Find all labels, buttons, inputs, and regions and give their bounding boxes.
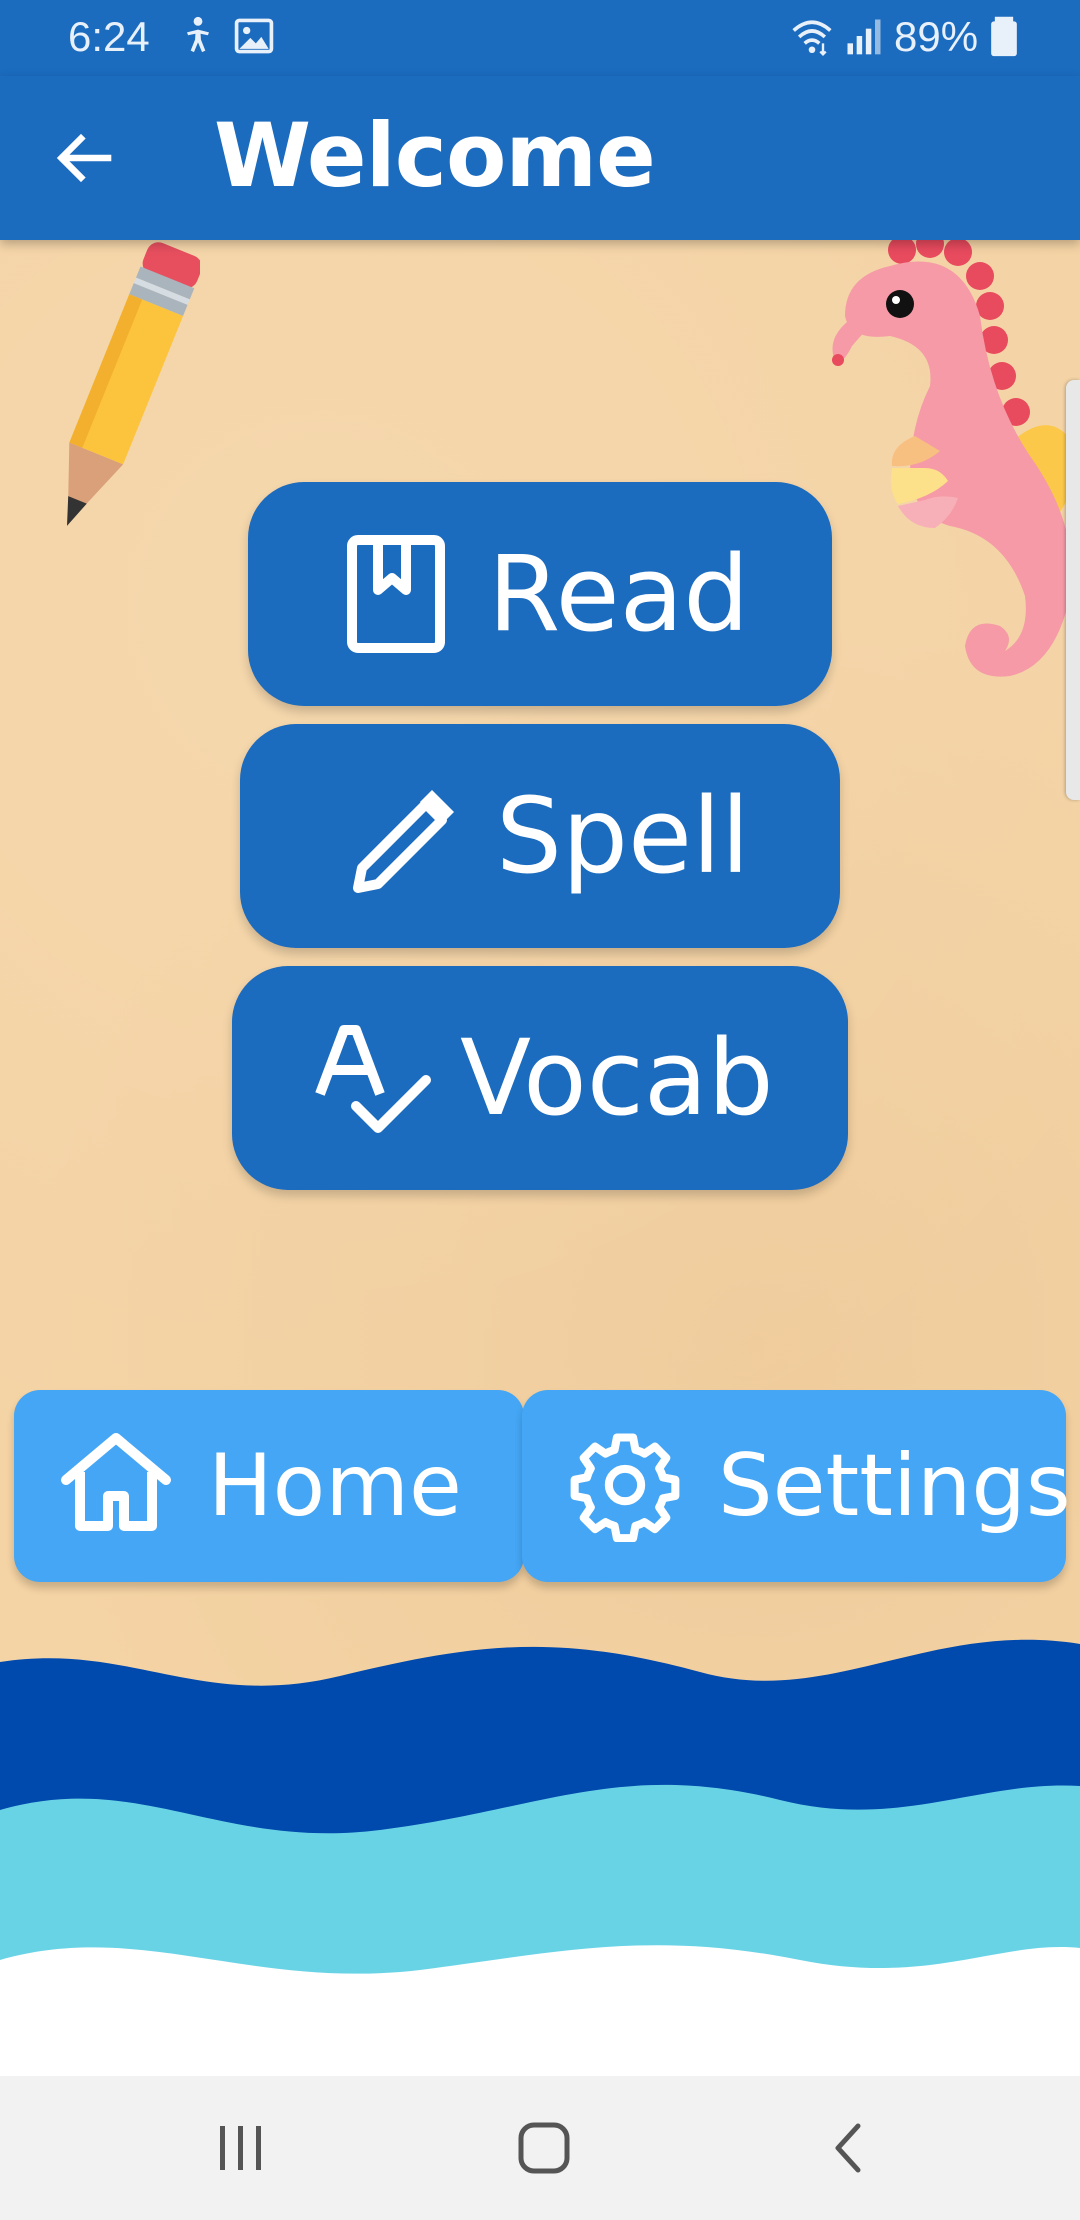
vocab-label: Vocab [460,1017,774,1139]
app-bar: Welcome [0,76,1080,240]
home-circle-icon[interactable] [516,2120,572,2176]
accessibility-icon [187,16,209,53]
pencil-icon [353,790,454,893]
status-time: 6:24 [68,13,150,60]
spellcheck-icon [315,1025,431,1133]
home-button[interactable]: Home [14,1390,524,1582]
ocean-waves [0,1639,1080,2080]
settings-label: Settings [718,1436,1071,1536]
wifi-icon [792,20,832,57]
settings-button[interactable]: Settings [522,1390,1071,1582]
seahorse-illustration [832,236,1076,677]
gallery-icon [234,18,274,54]
status-bar: 6:24 89% [0,0,1080,76]
gear-icon [570,1433,680,1542]
system-nav-bar [0,2076,1080,2220]
scroll-handle[interactable] [1066,380,1080,800]
home-icon [61,1433,171,1531]
spell-label: Spell [496,775,750,897]
book-icon [347,535,445,653]
arrow-left-icon[interactable] [48,122,120,194]
spell-button[interactable]: Spell [240,724,840,948]
vocab-button[interactable]: Vocab [232,966,848,1190]
battery-icon [991,16,1017,57]
pencil-illustration [66,242,200,526]
back-chevron-icon[interactable] [822,2120,878,2176]
home-label: Home [208,1436,462,1536]
screen: 6:24 89% Welcome Read Spell Vocab Home S… [0,0,1080,2220]
battery-percentage: 89% [894,13,979,60]
page-title: Welcome [214,104,656,207]
signal-icon [847,19,881,55]
read-button[interactable]: Read [248,482,832,706]
recent-apps-icon[interactable] [216,2120,266,2176]
read-label: Read [488,533,750,655]
